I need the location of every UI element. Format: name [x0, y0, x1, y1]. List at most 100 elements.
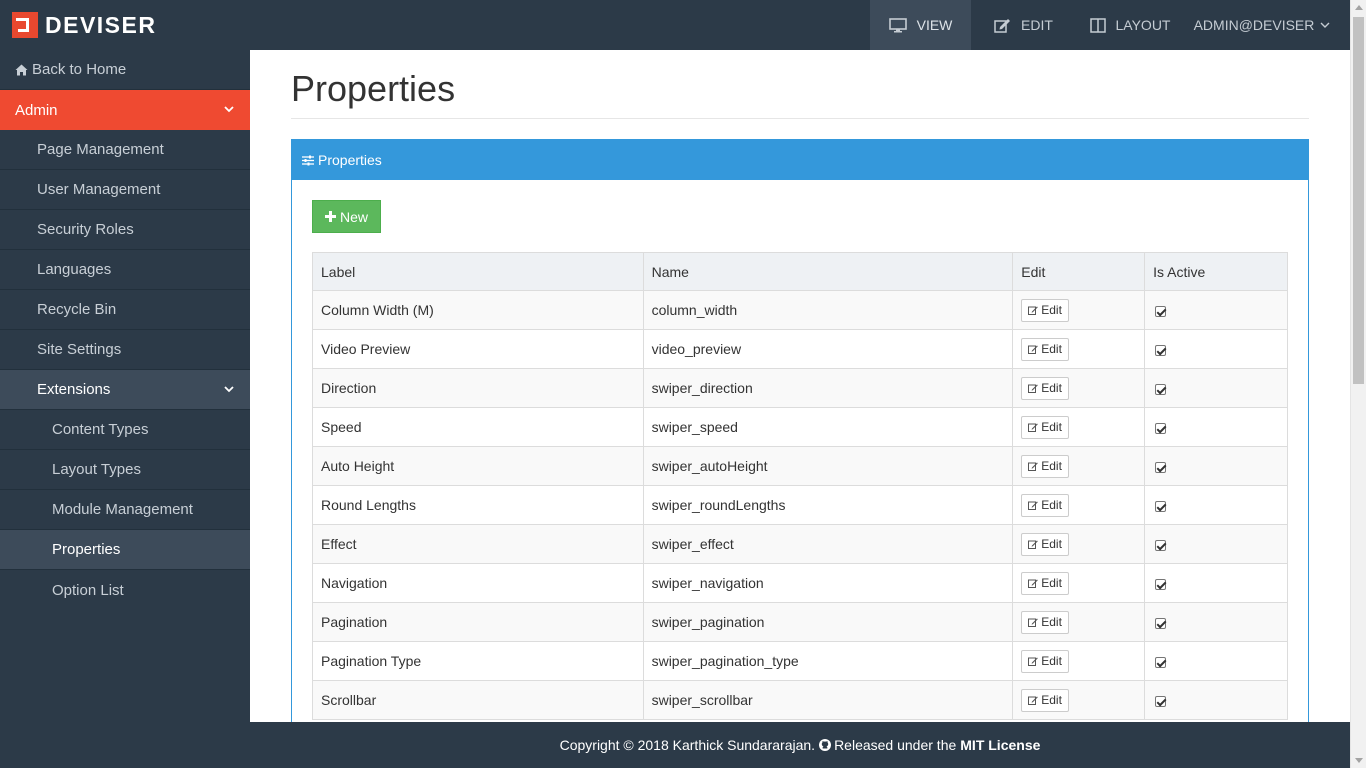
- table-row: Pagination Type swiper_pagination_type Edi…: [312, 641, 1288, 681]
- is-active-checkbox[interactable]: [1155, 617, 1167, 629]
- nav-view[interactable]: VIEW: [870, 0, 971, 50]
- column-header-name[interactable]: Name: [642, 252, 1014, 291]
- nav-view-label: VIEW: [916, 17, 953, 33]
- edit-icon: [1028, 696, 1039, 705]
- edit-row-button[interactable]: Edit: [1021, 649, 1069, 673]
- edit-button-label: Edit: [1041, 381, 1062, 395]
- is-active-checkbox[interactable]: [1155, 578, 1167, 590]
- cell-name: swiper_scrollbar: [642, 680, 1014, 720]
- back-to-home-label: Back to Home: [32, 61, 127, 78]
- table-header-row: Label Name Edit Is Active: [312, 252, 1288, 291]
- chevron-down-icon: [224, 386, 234, 393]
- edit-row-button[interactable]: Edit: [1021, 337, 1069, 361]
- sidebar-item-label: Properties: [52, 541, 121, 558]
- cell-edit: Edit: [1012, 290, 1146, 330]
- sidebar-item-layout-types[interactable]: Layout Types: [0, 450, 250, 490]
- table-row: Column Width (M) column_width Edit: [312, 290, 1288, 330]
- main-content: Properties Properties New Label Name Edi…: [250, 50, 1350, 722]
- is-active-checkbox[interactable]: [1155, 695, 1167, 707]
- nav-edit[interactable]: EDIT: [971, 0, 1076, 50]
- properties-table: Label Name Edit Is Active Column Width (…: [312, 252, 1288, 720]
- cell-is-active: [1144, 680, 1288, 720]
- cell-label: Speed: [312, 407, 644, 447]
- sidebar-item-extensions[interactable]: Extensions: [0, 370, 250, 410]
- sidebar-item-module-management[interactable]: Module Management: [0, 490, 250, 530]
- github-icon: [819, 739, 832, 751]
- sliders-icon: [302, 155, 314, 165]
- scrollbar-thumb[interactable]: [1353, 17, 1364, 384]
- sidebar-item-properties[interactable]: Properties: [0, 530, 250, 570]
- edit-button-label: Edit: [1041, 615, 1062, 629]
- edit-row-button[interactable]: Edit: [1021, 571, 1069, 595]
- scroll-up-arrow-icon[interactable]: [1355, 5, 1363, 10]
- cell-is-active: [1144, 329, 1288, 369]
- sidebar-item-option-list[interactable]: Option List: [0, 570, 250, 610]
- back-to-home-link[interactable]: Back to Home: [0, 50, 250, 90]
- cell-is-active: [1144, 446, 1288, 486]
- is-active-checkbox[interactable]: [1155, 500, 1167, 512]
- is-active-checkbox[interactable]: [1155, 656, 1167, 668]
- brand-logo[interactable]: DEVISER: [12, 12, 156, 38]
- is-active-checkbox[interactable]: [1155, 461, 1167, 473]
- table-row: Navigation swiper_navigation Edit: [312, 563, 1288, 603]
- edit-row-button[interactable]: Edit: [1021, 454, 1069, 478]
- is-active-checkbox[interactable]: [1155, 344, 1167, 356]
- sidebar-item-page-management[interactable]: Page Management: [0, 130, 250, 170]
- column-header-is-active[interactable]: Is Active: [1144, 252, 1288, 291]
- edit-row-button[interactable]: Edit: [1021, 376, 1069, 400]
- cell-edit: Edit: [1012, 641, 1146, 681]
- edit-row-button[interactable]: Edit: [1021, 688, 1069, 712]
- top-nav: VIEW EDIT LAYOUT ADMIN@DEVISER: [870, 0, 1350, 50]
- cell-label: Pagination Type: [312, 641, 644, 681]
- edit-row-button[interactable]: Edit: [1021, 298, 1069, 322]
- column-header-edit: Edit: [1012, 252, 1146, 291]
- top-navbar: DEVISER VIEW EDIT LAYOUT ADMIN@DEVISER: [0, 0, 1350, 50]
- is-active-checkbox[interactable]: [1155, 305, 1167, 317]
- monitor-icon: [888, 17, 907, 32]
- sidebar-item-recycle-bin[interactable]: Recycle Bin: [0, 290, 250, 330]
- table-row: Speed swiper_speed Edit: [312, 407, 1288, 447]
- nav-edit-label: EDIT: [1021, 17, 1053, 33]
- nav-layout[interactable]: LAYOUT: [1076, 0, 1184, 50]
- sidebar-item-admin[interactable]: Admin: [0, 90, 250, 130]
- cell-edit: Edit: [1012, 329, 1146, 369]
- edit-row-button[interactable]: Edit: [1021, 610, 1069, 634]
- cell-edit: Edit: [1012, 680, 1146, 720]
- page-scrollbar[interactable]: [1350, 0, 1366, 768]
- cell-label: Scrollbar: [312, 680, 644, 720]
- cell-label: Auto Height: [312, 446, 644, 486]
- edit-row-button[interactable]: Edit: [1021, 415, 1069, 439]
- footer-license-link[interactable]: MIT License: [960, 737, 1040, 753]
- sidebar-item-security-roles[interactable]: Security Roles: [0, 210, 250, 250]
- cell-is-active: [1144, 290, 1288, 330]
- sidebar-item-content-types[interactable]: Content Types: [0, 410, 250, 450]
- table-row: Effect swiper_effect Edit: [312, 524, 1288, 564]
- user-menu[interactable]: ADMIN@DEVISER: [1184, 0, 1350, 50]
- cell-is-active: [1144, 524, 1288, 564]
- scroll-down-arrow-icon[interactable]: [1355, 758, 1363, 763]
- new-property-button[interactable]: New: [312, 200, 381, 233]
- table-row: Direction swiper_direction Edit: [312, 368, 1288, 408]
- edit-icon: [1028, 540, 1039, 549]
- sidebar-item-user-management[interactable]: User Management: [0, 170, 250, 210]
- edit-icon: [1028, 462, 1039, 471]
- page-title: Properties: [291, 68, 456, 109]
- footer-released: Released under the: [834, 737, 957, 753]
- cell-label: Column Width (M): [312, 290, 644, 330]
- edit-icon: [1028, 306, 1039, 315]
- edit-icon: [1028, 579, 1039, 588]
- edit-icon: [1028, 384, 1039, 393]
- edit-row-button[interactable]: Edit: [1021, 532, 1069, 556]
- sidebar-item-site-settings[interactable]: Site Settings: [0, 330, 250, 370]
- cell-edit: Edit: [1012, 602, 1146, 642]
- is-active-checkbox[interactable]: [1155, 539, 1167, 551]
- column-header-label[interactable]: Label: [312, 252, 644, 291]
- sidebar-item-languages[interactable]: Languages: [0, 250, 250, 290]
- is-active-checkbox[interactable]: [1155, 383, 1167, 395]
- sidebar-item-label: User Management: [37, 181, 161, 198]
- is-active-checkbox[interactable]: [1155, 422, 1167, 434]
- footer: Copyright © 2018 Karthick Sundararajan. …: [250, 722, 1350, 768]
- sidebar: Back to Home Admin Page Management User …: [0, 50, 250, 768]
- cell-edit: Edit: [1012, 563, 1146, 603]
- edit-row-button[interactable]: Edit: [1021, 493, 1069, 517]
